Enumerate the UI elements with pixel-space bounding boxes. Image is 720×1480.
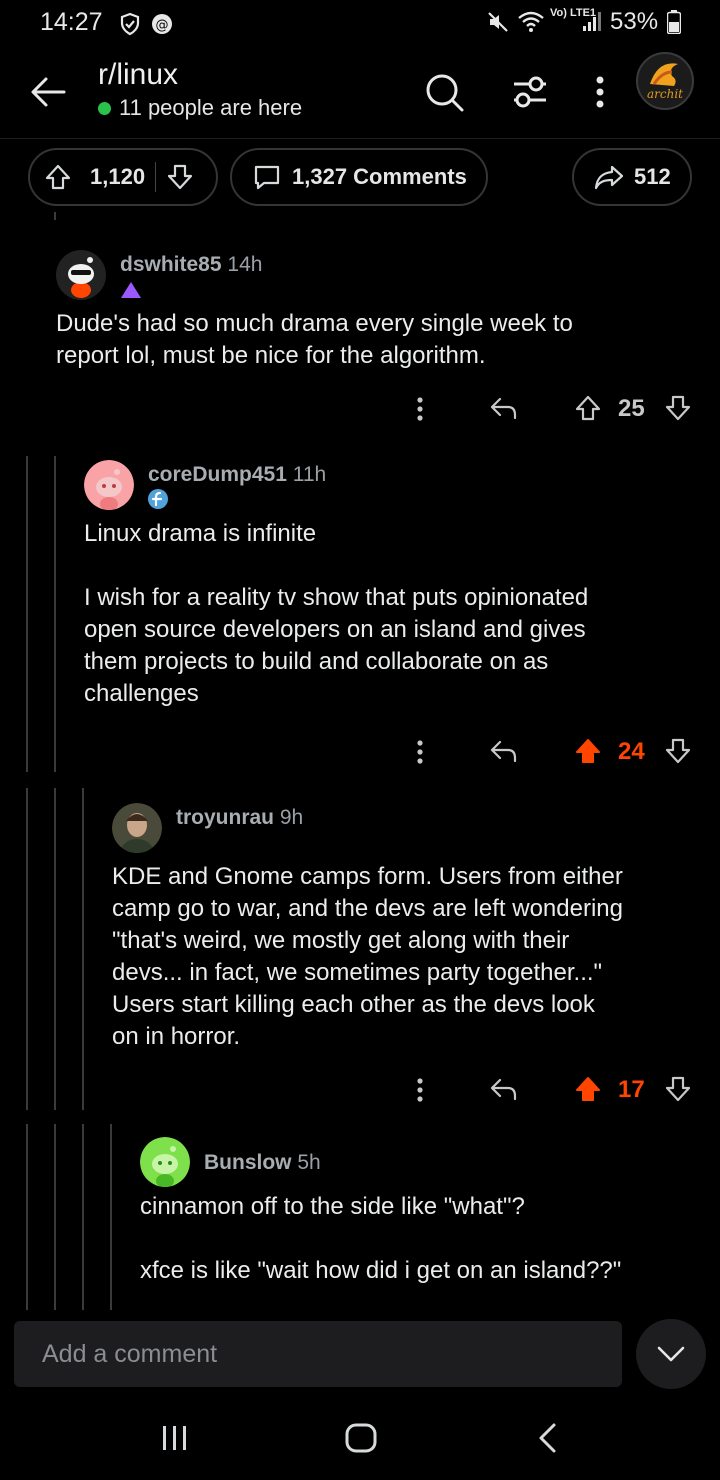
status-time: 14:27 [40, 8, 103, 36]
comment-author[interactable]: Bunslow [204, 1151, 292, 1174]
comment-text: KDE and Gnome camps form. Users from eit… [112, 863, 623, 1050]
comment-author-line: troyunrau 9h [176, 806, 303, 830]
back-arrow-icon[interactable] [28, 72, 68, 112]
share-button[interactable]: 512 [572, 148, 692, 206]
filter-icon[interactable] [510, 72, 550, 112]
vote-count: 17 [618, 1076, 645, 1103]
search-icon[interactable] [424, 72, 466, 114]
mute-icon [486, 10, 510, 34]
comment-author-line: dswhite85 14h [120, 253, 262, 277]
comment-author[interactable]: troyunrau [176, 806, 274, 829]
battery-percent: 53% [610, 8, 659, 35]
thread-line[interactable] [54, 456, 56, 772]
comment-text: Dude's had so much drama every single we… [56, 310, 573, 369]
comment-more-icon[interactable] [408, 1075, 432, 1105]
avatar[interactable] [112, 803, 162, 853]
add-comment-input[interactable]: Add a comment [14, 1321, 622, 1387]
thread-line[interactable] [26, 456, 28, 772]
upvote-arrow-icon[interactable] [44, 163, 72, 191]
thread-line[interactable] [82, 788, 84, 1110]
upvote-arrow-icon[interactable] [574, 737, 602, 765]
comment-more-icon[interactable] [408, 394, 432, 424]
comment-time: 5h [297, 1151, 321, 1174]
comment-author[interactable]: coreDump451 [148, 463, 287, 486]
profile-logo-text: archit [647, 87, 683, 101]
thread-line[interactable] [82, 1124, 84, 1310]
reply-icon[interactable] [488, 394, 518, 422]
thread-line[interactable] [26, 1124, 28, 1310]
comments-count: 1,327 Comments [292, 164, 467, 189]
fedora-flair-icon [147, 488, 169, 510]
share-arrow-icon [594, 163, 624, 191]
online-count: 11 people are here [98, 95, 302, 121]
thread-line[interactable] [110, 1124, 112, 1310]
share-count: 512 [634, 164, 671, 189]
reply-icon[interactable] [488, 737, 518, 765]
downvote-arrow-icon[interactable] [664, 737, 692, 765]
vote-count: 25 [618, 395, 645, 422]
comment-time: 14h [227, 253, 263, 276]
award-icon [119, 280, 143, 300]
avatar[interactable] [140, 1137, 190, 1187]
online-text: 11 people are here [119, 95, 303, 120]
comments-button[interactable]: 1,327 Comments [230, 148, 488, 206]
comment-time: 9h [279, 806, 304, 829]
vote-count: 24 [618, 738, 645, 765]
nav-back-icon[interactable] [536, 1422, 560, 1454]
svg-text:@: @ [156, 18, 169, 33]
vote-separator [155, 162, 157, 192]
chevron-down-icon [657, 1346, 685, 1362]
thread-line[interactable] [54, 212, 56, 220]
post-upvote-count: 1,120 [90, 164, 146, 189]
app-notification-icon: @ [150, 12, 174, 36]
profile-avatar[interactable]: archit [636, 52, 694, 110]
vote-pill: 1,120 [28, 148, 218, 206]
upvote-arrow-icon[interactable] [574, 1075, 602, 1103]
upvote-arrow-icon[interactable] [574, 394, 602, 422]
downvote-arrow-icon[interactable] [664, 1075, 692, 1103]
signal-icon [582, 10, 602, 32]
wifi-icon [516, 9, 546, 33]
avatar[interactable] [84, 460, 134, 510]
online-dot [98, 101, 111, 115]
recent-apps-icon[interactable] [160, 1424, 190, 1452]
shield-icon [118, 12, 142, 36]
comment-more-icon[interactable] [408, 737, 432, 767]
comment-author[interactable]: dswhite85 [120, 253, 222, 276]
thread-line[interactable] [54, 1124, 56, 1310]
battery-icon [667, 10, 681, 34]
subreddit-title[interactable]: r/linux [98, 58, 178, 92]
avatar[interactable] [56, 250, 106, 300]
home-icon[interactable] [344, 1422, 378, 1454]
reply-icon[interactable] [488, 1075, 518, 1103]
downvote-arrow-icon[interactable] [166, 163, 194, 191]
comment-text: cinnamon off to the side like "what"? xf… [140, 1193, 622, 1284]
comment-text: Linux drama is infinite I wish for a rea… [84, 520, 589, 707]
thread-line[interactable] [26, 788, 28, 1110]
comment-bubble-icon [252, 162, 282, 192]
thread-line[interactable] [54, 788, 56, 1110]
collapse-button[interactable] [636, 1319, 706, 1389]
comment-author-line: coreDump451 11h [148, 463, 326, 487]
header-divider [0, 138, 720, 139]
comment-author-line: Bunslow 5h [204, 1151, 321, 1175]
downvote-arrow-icon[interactable] [664, 394, 692, 422]
more-options-icon[interactable] [590, 72, 610, 112]
comment-time: 11h [292, 463, 327, 486]
